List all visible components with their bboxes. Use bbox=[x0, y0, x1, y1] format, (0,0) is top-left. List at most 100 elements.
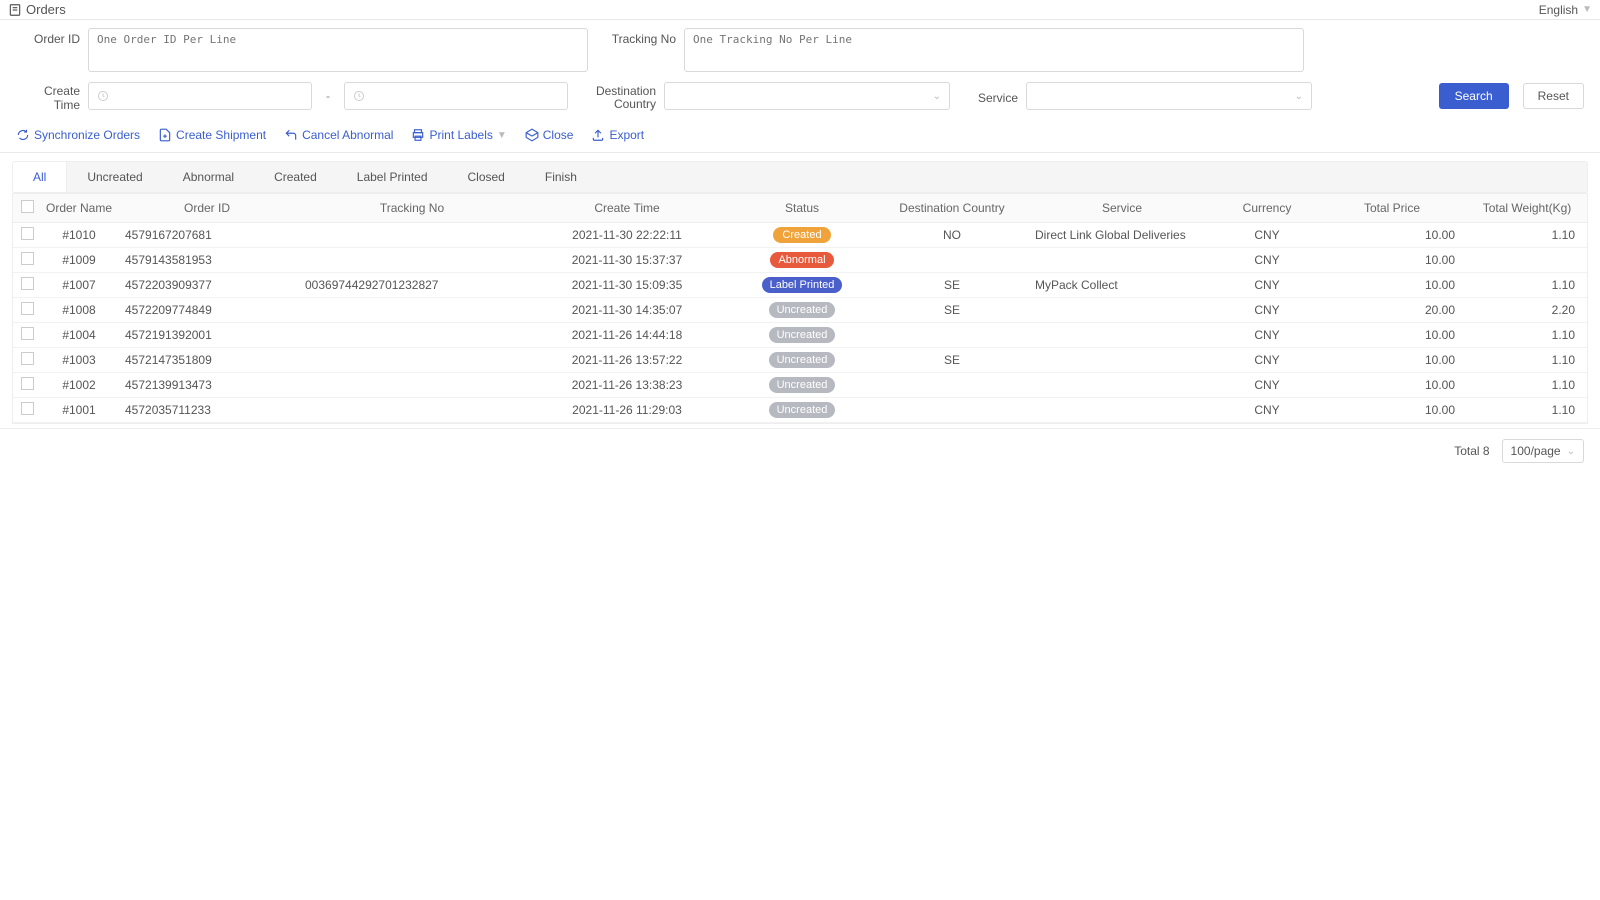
orders-table: Order Name Order ID Tracking No Create T… bbox=[13, 194, 1587, 423]
cell-price: 10.00 bbox=[1317, 323, 1467, 348]
service-select[interactable]: ⌄ bbox=[1026, 82, 1312, 110]
tab-closed[interactable]: Closed bbox=[448, 162, 525, 192]
tab-created[interactable]: Created bbox=[254, 162, 337, 192]
cell-currency: CNY bbox=[1217, 323, 1317, 348]
tab-abnormal[interactable]: Abnormal bbox=[163, 162, 254, 192]
row-checkbox[interactable] bbox=[21, 377, 34, 390]
row-checkbox[interactable] bbox=[21, 402, 34, 415]
cell-order-id: 4572191392001 bbox=[117, 323, 297, 348]
cell-weight: 1.10 bbox=[1467, 223, 1587, 248]
create-time-label: Create Time bbox=[16, 80, 80, 112]
create-time-from[interactable] bbox=[88, 82, 312, 110]
date-range-dash: - bbox=[320, 89, 336, 103]
chevron-down-icon: ▼ bbox=[1582, 4, 1592, 15]
total-count: Total 8 bbox=[1454, 444, 1489, 458]
print-label: Print Labels bbox=[429, 128, 492, 142]
cell-create-time: 2021-11-26 13:38:23 bbox=[527, 373, 727, 398]
cell-dest: NO bbox=[877, 223, 1027, 248]
status-badge: Uncreated bbox=[769, 402, 836, 418]
refresh-icon bbox=[16, 128, 30, 142]
cell-order-id: 4579143581953 bbox=[117, 248, 297, 273]
reset-button[interactable]: Reset bbox=[1523, 83, 1584, 109]
row-checkbox[interactable] bbox=[21, 327, 34, 340]
language-label: English bbox=[1539, 3, 1578, 17]
filter-panel: Order ID Tracking No Create Time - Desti… bbox=[0, 20, 1600, 124]
search-button[interactable]: Search bbox=[1439, 83, 1509, 109]
cell-order-name: #1001 bbox=[41, 398, 117, 423]
chevron-down-icon: ▼ bbox=[497, 130, 507, 141]
tab-finish[interactable]: Finish bbox=[525, 162, 597, 192]
row-checkbox[interactable] bbox=[21, 252, 34, 265]
tab-all[interactable]: All bbox=[13, 162, 67, 192]
table-row[interactable]: #100245721399134732021-11-26 13:38:23Unc… bbox=[13, 373, 1587, 398]
cell-order-id: 4572203909377 bbox=[117, 273, 297, 298]
tab-uncreated[interactable]: Uncreated bbox=[67, 162, 162, 192]
status-badge: Uncreated bbox=[769, 327, 836, 343]
chevron-down-icon: ⌄ bbox=[933, 91, 941, 102]
cell-currency: CNY bbox=[1217, 248, 1317, 273]
dest-country-label: Destination Country bbox=[576, 81, 656, 111]
cell-currency: CNY bbox=[1217, 348, 1317, 373]
cell-price: 10.00 bbox=[1317, 248, 1467, 273]
cell-service bbox=[1027, 348, 1217, 373]
cell-order-id: 4572209774849 bbox=[117, 298, 297, 323]
table-row[interactable]: #100745722039093770036974429270123282720… bbox=[13, 273, 1587, 298]
status-badge: Label Printed bbox=[762, 277, 843, 293]
file-plus-icon bbox=[158, 128, 172, 142]
tracking-no-input[interactable] bbox=[684, 28, 1304, 72]
cell-order-name: #1003 bbox=[41, 348, 117, 373]
service-label: Service bbox=[958, 87, 1018, 105]
table-row[interactable]: #100445721913920012021-11-26 14:44:18Unc… bbox=[13, 323, 1587, 348]
cell-tracking bbox=[297, 248, 527, 273]
dest-country-select[interactable]: ⌄ bbox=[664, 82, 950, 110]
topbar: Orders English ▼ bbox=[0, 0, 1600, 20]
table-row[interactable]: #100945791435819532021-11-30 15:37:37Abn… bbox=[13, 248, 1587, 273]
cell-status: Uncreated bbox=[727, 373, 877, 398]
cell-create-time: 2021-11-26 13:57:22 bbox=[527, 348, 727, 373]
cell-order-name: #1009 bbox=[41, 248, 117, 273]
create-shipment-button[interactable]: Create Shipment bbox=[158, 128, 266, 142]
cell-price: 10.00 bbox=[1317, 348, 1467, 373]
cell-order-name: #1007 bbox=[41, 273, 117, 298]
row-checkbox[interactable] bbox=[21, 277, 34, 290]
cancel-abnormal-button[interactable]: Cancel Abnormal bbox=[284, 128, 393, 142]
cell-status: Abnormal bbox=[727, 248, 877, 273]
tab-label-printed[interactable]: Label Printed bbox=[337, 162, 448, 192]
table-row[interactable]: #101045791672076812021-11-30 22:22:11Cre… bbox=[13, 223, 1587, 248]
pagination-footer: Total 8 100/page ⌄ bbox=[0, 428, 1600, 473]
clock-icon bbox=[97, 90, 109, 102]
print-labels-button[interactable]: Print Labels ▼ bbox=[411, 128, 506, 142]
cell-order-id: 4572035711233 bbox=[117, 398, 297, 423]
row-checkbox[interactable] bbox=[21, 302, 34, 315]
cell-order-name: #1010 bbox=[41, 223, 117, 248]
language-selector[interactable]: English ▼ bbox=[1539, 3, 1592, 17]
col-total-weight: Total Weight(Kg) bbox=[1467, 194, 1587, 223]
cell-tracking bbox=[297, 348, 527, 373]
sync-orders-button[interactable]: Synchronize Orders bbox=[16, 128, 140, 142]
col-order-id: Order ID bbox=[117, 194, 297, 223]
cell-dest bbox=[877, 373, 1027, 398]
chevron-down-icon: ⌄ bbox=[1295, 91, 1303, 102]
create-time-to[interactable] bbox=[344, 82, 568, 110]
row-checkbox[interactable] bbox=[21, 227, 34, 240]
select-all-checkbox[interactable] bbox=[21, 200, 34, 213]
export-icon bbox=[591, 128, 605, 142]
cell-weight: 1.10 bbox=[1467, 273, 1587, 298]
page-size-label: 100/page bbox=[1511, 444, 1561, 458]
col-currency: Currency bbox=[1217, 194, 1317, 223]
table-row[interactable]: #100845722097748492021-11-30 14:35:07Unc… bbox=[13, 298, 1587, 323]
clock-icon bbox=[353, 90, 365, 102]
export-button[interactable]: Export bbox=[591, 128, 644, 142]
cell-service bbox=[1027, 398, 1217, 423]
table-row[interactable]: #100345721473518092021-11-26 13:57:22Unc… bbox=[13, 348, 1587, 373]
cell-weight bbox=[1467, 248, 1587, 273]
table-row[interactable]: #100145720357112332021-11-26 11:29:03Unc… bbox=[13, 398, 1587, 423]
toolbar: Synchronize Orders Create Shipment Cance… bbox=[0, 124, 1600, 153]
row-checkbox[interactable] bbox=[21, 352, 34, 365]
col-dest: Destination Country bbox=[877, 194, 1027, 223]
page-size-select[interactable]: 100/page ⌄ bbox=[1502, 439, 1584, 463]
cell-service bbox=[1027, 373, 1217, 398]
order-id-input[interactable] bbox=[88, 28, 588, 72]
col-create-time: Create Time bbox=[527, 194, 727, 223]
close-button[interactable]: Close bbox=[525, 128, 574, 142]
